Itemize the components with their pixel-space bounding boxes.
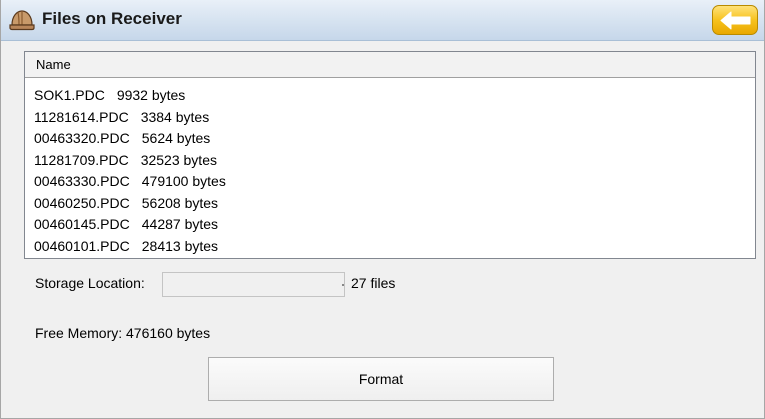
file-size: 44287 bytes [141, 216, 219, 232]
storage-location-select[interactable] [162, 272, 345, 297]
dropdown-arrow-icon [342, 284, 344, 286]
list-item[interactable]: 00463330.PDC 479100 bytes [34, 171, 755, 193]
list-item[interactable]: 00460145.PDC 44287 bytes [34, 214, 755, 236]
file-name: 00463320.PDC [34, 130, 130, 146]
list-item[interactable]: 00460250.PDC 56208 bytes [34, 193, 755, 215]
list-item[interactable]: 00460101.PDC 28413 bytes [34, 236, 755, 258]
list-item[interactable]: 11281709.PDC 32523 bytes [34, 150, 755, 172]
file-name: 00460250.PDC [34, 194, 130, 211]
file-size: 3384 bytes [140, 108, 210, 125]
file-count: 27 files [351, 275, 396, 291]
hard-hat-icon [9, 8, 35, 32]
file-size: 5624 bytes [141, 130, 211, 146]
file-size: 56208 bytes [141, 194, 219, 211]
storage-location-label: Storage Location: [35, 275, 145, 291]
back-button[interactable] [712, 5, 758, 35]
format-button[interactable]: Format [208, 357, 554, 401]
file-name: 00460101.PDC [34, 237, 130, 254]
column-header-name[interactable]: Name [25, 52, 755, 78]
file-size: 479100 bytes [141, 173, 226, 189]
list-item[interactable]: 00463320.PDC 5624 bytes [34, 128, 755, 150]
file-name: 00463330.PDC [34, 173, 130, 189]
arrow-left-icon [720, 11, 751, 30]
file-name: 00460145.PDC [34, 216, 130, 232]
file-name: 11281709.PDC [34, 151, 129, 168]
list-item[interactable]: SOK1.PDC 9932 bytes [34, 85, 755, 107]
file-size: 32523 bytes [140, 151, 217, 168]
files-on-receiver-window: Files on Receiver Name SOK1.PDC 9932 byte… [0, 0, 765, 419]
list-item[interactable]: 11281614.PDC 3384 bytes [34, 107, 755, 129]
file-list-body: SOK1.PDC 9932 bytes 11281614.PDC 3384 byte… [25, 78, 755, 257]
file-size: 9932 bytes [116, 87, 186, 103]
file-name: SOK1.PDC [34, 87, 105, 103]
file-name: 11281614.PDC [34, 108, 129, 125]
file-size: 28413 bytes [141, 237, 219, 254]
free-memory-text: Free Memory: 476160 bytes [35, 325, 211, 341]
window-title: Files on Receiver [42, 9, 182, 28]
file-list[interactable]: Name SOK1.PDC 9932 bytes 11281614.PDC 3384… [24, 51, 756, 259]
title-bar: Files on Receiver [1, 0, 764, 41]
